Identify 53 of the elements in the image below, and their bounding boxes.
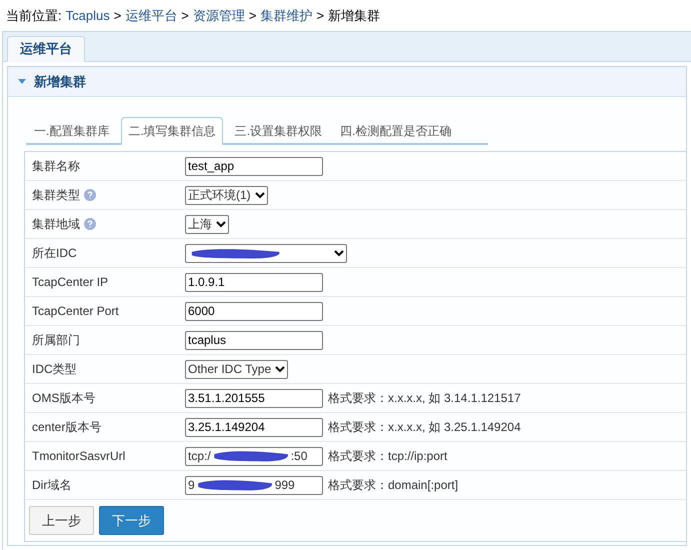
breadcrumb-separator: > <box>248 6 256 25</box>
field-label: TmonitorSasvrUrl <box>32 448 126 465</box>
breadcrumb-link[interactable]: Tcaplus <box>66 6 110 26</box>
chevron-down-icon <box>254 192 265 198</box>
text-field[interactable]: 6000 <box>185 302 323 320</box>
field-label: 集群地域 <box>32 216 80 233</box>
dropdown[interactable]: Other IDC Type <box>185 360 288 378</box>
text-field[interactable]: tcaplus <box>185 330 323 350</box>
help-icon[interactable] <box>84 218 96 230</box>
dropdown[interactable]: 正式环境(1) <box>185 186 268 204</box>
step-tab[interactable]: 四.检测配置是否正确 <box>334 117 458 145</box>
chevron-down-icon <box>216 220 226 228</box>
text-field[interactable]: 9 999 <box>185 476 323 494</box>
chevron-down-icon <box>334 250 344 256</box>
text-field[interactable]: 3.51.1.201555 <box>185 388 323 408</box>
dropdown[interactable] <box>185 244 347 262</box>
breadcrumb-link[interactable]: 集群维护 <box>260 6 312 26</box>
text-field[interactable]: 3.25.1.149204 <box>185 418 323 436</box>
step-tab[interactable]: 三.设置集群权限 <box>228 117 328 145</box>
field-label: center版本号 <box>32 419 102 436</box>
field-label: 所属部门 <box>32 332 80 349</box>
breadcrumb-separator: > <box>114 6 122 25</box>
panel-header[interactable]: 新增集群 <box>8 67 686 97</box>
text-field[interactable]: test_app <box>185 156 323 176</box>
breadcrumb-link[interactable]: 资源管理 <box>192 6 245 26</box>
field-label: TcapCenter Port <box>32 303 119 320</box>
field-label: OMS版本号 <box>32 390 96 407</box>
chevron-down-icon <box>275 366 286 372</box>
format-hint: 格式要求：tcp://ip:port <box>328 448 448 465</box>
breadcrumb-label: 当前位置: <box>6 6 62 25</box>
text-field[interactable]: tcp:/ :50 <box>185 446 323 466</box>
field-label: TcapCenter IP <box>32 274 108 291</box>
step-tab[interactable]: 二.填写集群信息 <box>121 117 223 145</box>
breadcrumb-separator: > <box>181 6 189 25</box>
field-label: 集群类型 <box>32 187 80 204</box>
step-tab[interactable]: 一.配置集群库 <box>28 117 116 145</box>
tab[interactable]: 运维平台 <box>7 36 85 62</box>
field-label: 集群名称 <box>32 158 80 175</box>
breadcrumb-separator: > <box>316 6 324 25</box>
format-hint: 格式要求：x.x.x.x, 如 3.14.1.121517 <box>328 390 521 407</box>
next-button[interactable]: 下一步 <box>99 506 164 535</box>
field-label: IDC类型 <box>32 361 77 378</box>
field-label: Dir域名 <box>32 477 72 494</box>
previous-button[interactable]: 上一步 <box>29 506 94 535</box>
breadcrumb-link[interactable]: 运维平台 <box>125 6 178 26</box>
format-hint: 格式要求：x.x.x.x, 如 3.25.1.149204 <box>328 419 521 436</box>
field-label: 所在IDC <box>32 245 77 262</box>
dropdown[interactable]: 上海 <box>185 214 229 234</box>
text-field[interactable]: 1.0.9.1 <box>185 272 323 292</box>
format-hint: 格式要求：domain[:port] <box>328 477 458 494</box>
help-icon[interactable] <box>84 189 96 201</box>
panel-title: 新增集群 <box>34 72 86 91</box>
breadcrumb-current: 新增集群 <box>328 6 380 25</box>
